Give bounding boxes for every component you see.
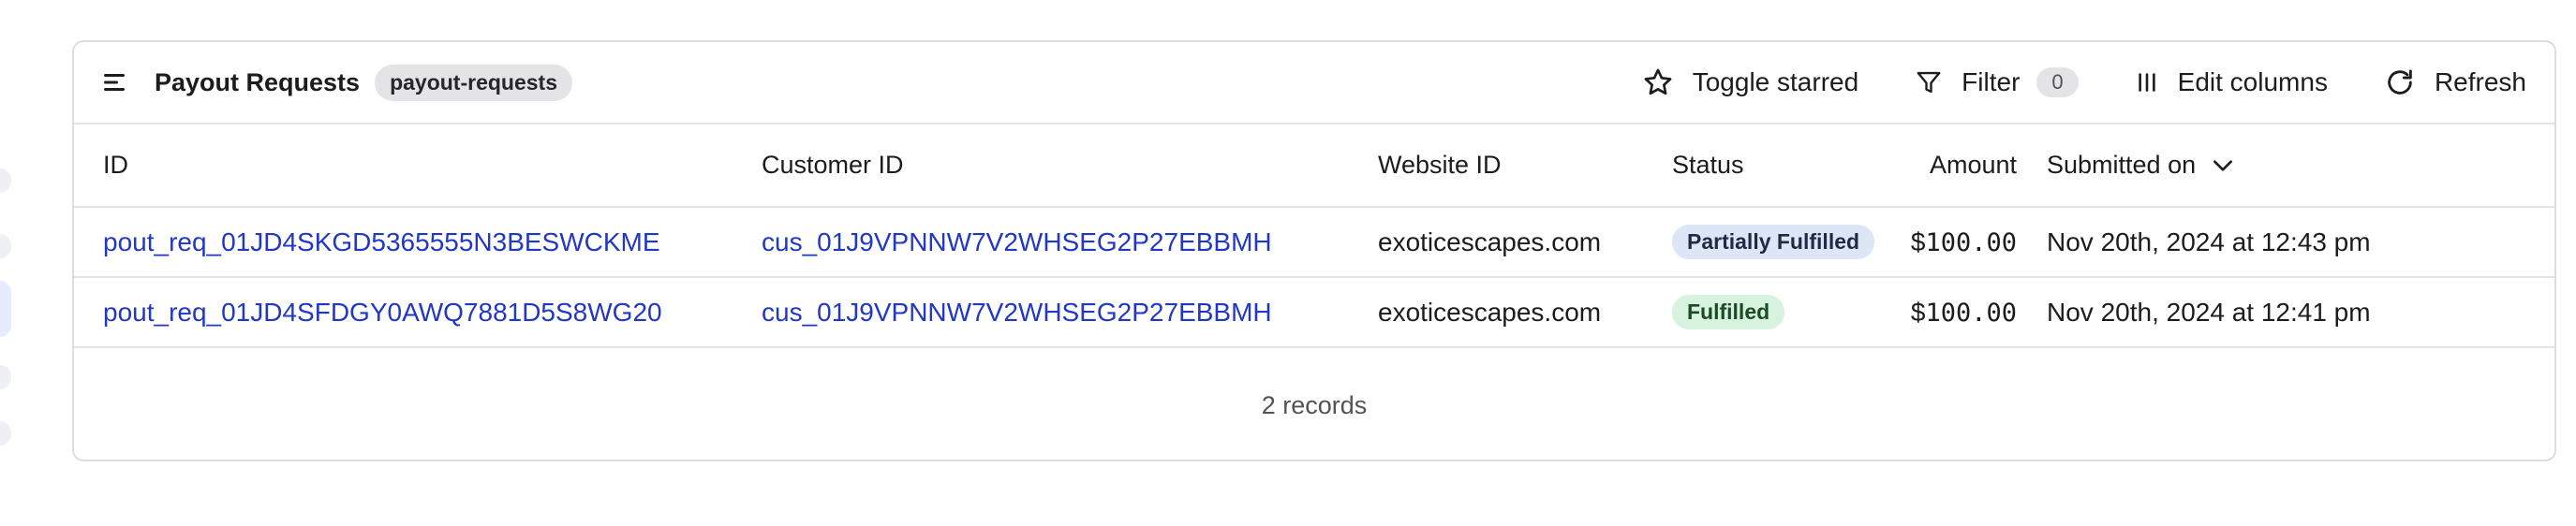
rail-marker xyxy=(0,365,11,389)
filter-label: Filter xyxy=(1962,67,2021,96)
website-id: exoticescapes.com xyxy=(1378,226,1602,256)
amount-value: 100.00 xyxy=(1925,298,2017,328)
table-footer: 2 records xyxy=(74,348,2554,460)
rail-marker xyxy=(0,168,11,193)
rail-marker-active xyxy=(0,281,11,337)
record-count: 2 records xyxy=(1261,390,1368,419)
edit-columns-button[interactable]: Edit columns xyxy=(2135,67,2328,97)
toggle-starred-label: Toggle starred xyxy=(1692,67,1859,96)
slug-badge: payout-requests xyxy=(375,64,572,101)
payout-requests-card: Payout Requests payout-requests Toggle s… xyxy=(72,40,2556,461)
filter-count-badge: 0 xyxy=(2036,67,2079,97)
column-header-website-id[interactable]: Website ID xyxy=(1378,124,1672,208)
refresh-icon xyxy=(2388,69,2412,95)
columns-icon xyxy=(2138,73,2155,92)
customer-id-link[interactable]: cus_01J9VPNNW7V2WHSEG2P27EBBMH xyxy=(762,227,1272,256)
filter-button[interactable]: Filter 0 xyxy=(1915,67,2079,97)
menu-lines-icon[interactable] xyxy=(102,69,128,95)
table-row[interactable]: pout_req_01JD4SFDGY0AWQ7881D5S8WG20 cus_… xyxy=(74,277,2554,348)
submitted-on: Nov 20th, 2024 at 12:43 pm xyxy=(2047,226,2371,256)
page-title: Payout Requests xyxy=(155,67,361,96)
status-badge: Fulfilled xyxy=(1672,295,1785,329)
amount-value: 100.00 xyxy=(1925,227,2017,257)
website-id: exoticescapes.com xyxy=(1378,297,1602,327)
table-header-row: ID Customer ID Website ID Status Amount … xyxy=(74,124,2554,208)
table-row[interactable]: pout_req_01JD4SKGD5365555N3BESWCKME cus_… xyxy=(74,207,2554,278)
table-toolbar: Payout Requests payout-requests Toggle s… xyxy=(74,42,2554,124)
amount-cell: $100.00 xyxy=(1897,207,2047,278)
left-rail-decoration xyxy=(0,168,13,449)
refresh-button[interactable]: Refresh xyxy=(2384,66,2526,98)
payout-request-id-link[interactable]: pout_req_01JD4SKGD5365555N3BESWCKME xyxy=(103,227,660,256)
payout-requests-table: ID Customer ID Website ID Status Amount … xyxy=(74,124,2554,348)
refresh-label: Refresh xyxy=(2434,67,2526,96)
currency-symbol: $ xyxy=(1910,226,1926,256)
column-header-id[interactable]: ID xyxy=(74,124,762,208)
star-icon xyxy=(1644,68,1672,95)
submitted-on-label: Submitted on xyxy=(2047,151,2197,179)
rail-marker xyxy=(0,234,11,258)
column-header-customer-id[interactable]: Customer ID xyxy=(762,124,1378,208)
column-header-amount[interactable]: Amount xyxy=(1897,124,2047,208)
customer-id-link[interactable]: cus_01J9VPNNW7V2WHSEG2P27EBBMH xyxy=(762,298,1272,327)
payout-request-id-link[interactable]: pout_req_01JD4SFDGY0AWQ7881D5S8WG20 xyxy=(103,298,662,327)
amount-cell: $100.00 xyxy=(1897,277,2047,348)
status-badge: Partially Fulfilled xyxy=(1672,225,1875,259)
rail-marker xyxy=(0,421,11,446)
edit-columns-label: Edit columns xyxy=(2177,67,2328,96)
submitted-on: Nov 20th, 2024 at 12:41 pm xyxy=(2047,297,2371,327)
column-header-status[interactable]: Status xyxy=(1672,124,1897,208)
column-header-submitted-on[interactable]: Submitted on xyxy=(2047,124,2554,208)
filter-funnel-icon xyxy=(1917,71,1941,94)
chevron-down-icon[interactable] xyxy=(2211,157,2235,174)
toggle-starred-button[interactable]: Toggle starred xyxy=(1642,66,1858,98)
currency-symbol: $ xyxy=(1910,297,1926,327)
